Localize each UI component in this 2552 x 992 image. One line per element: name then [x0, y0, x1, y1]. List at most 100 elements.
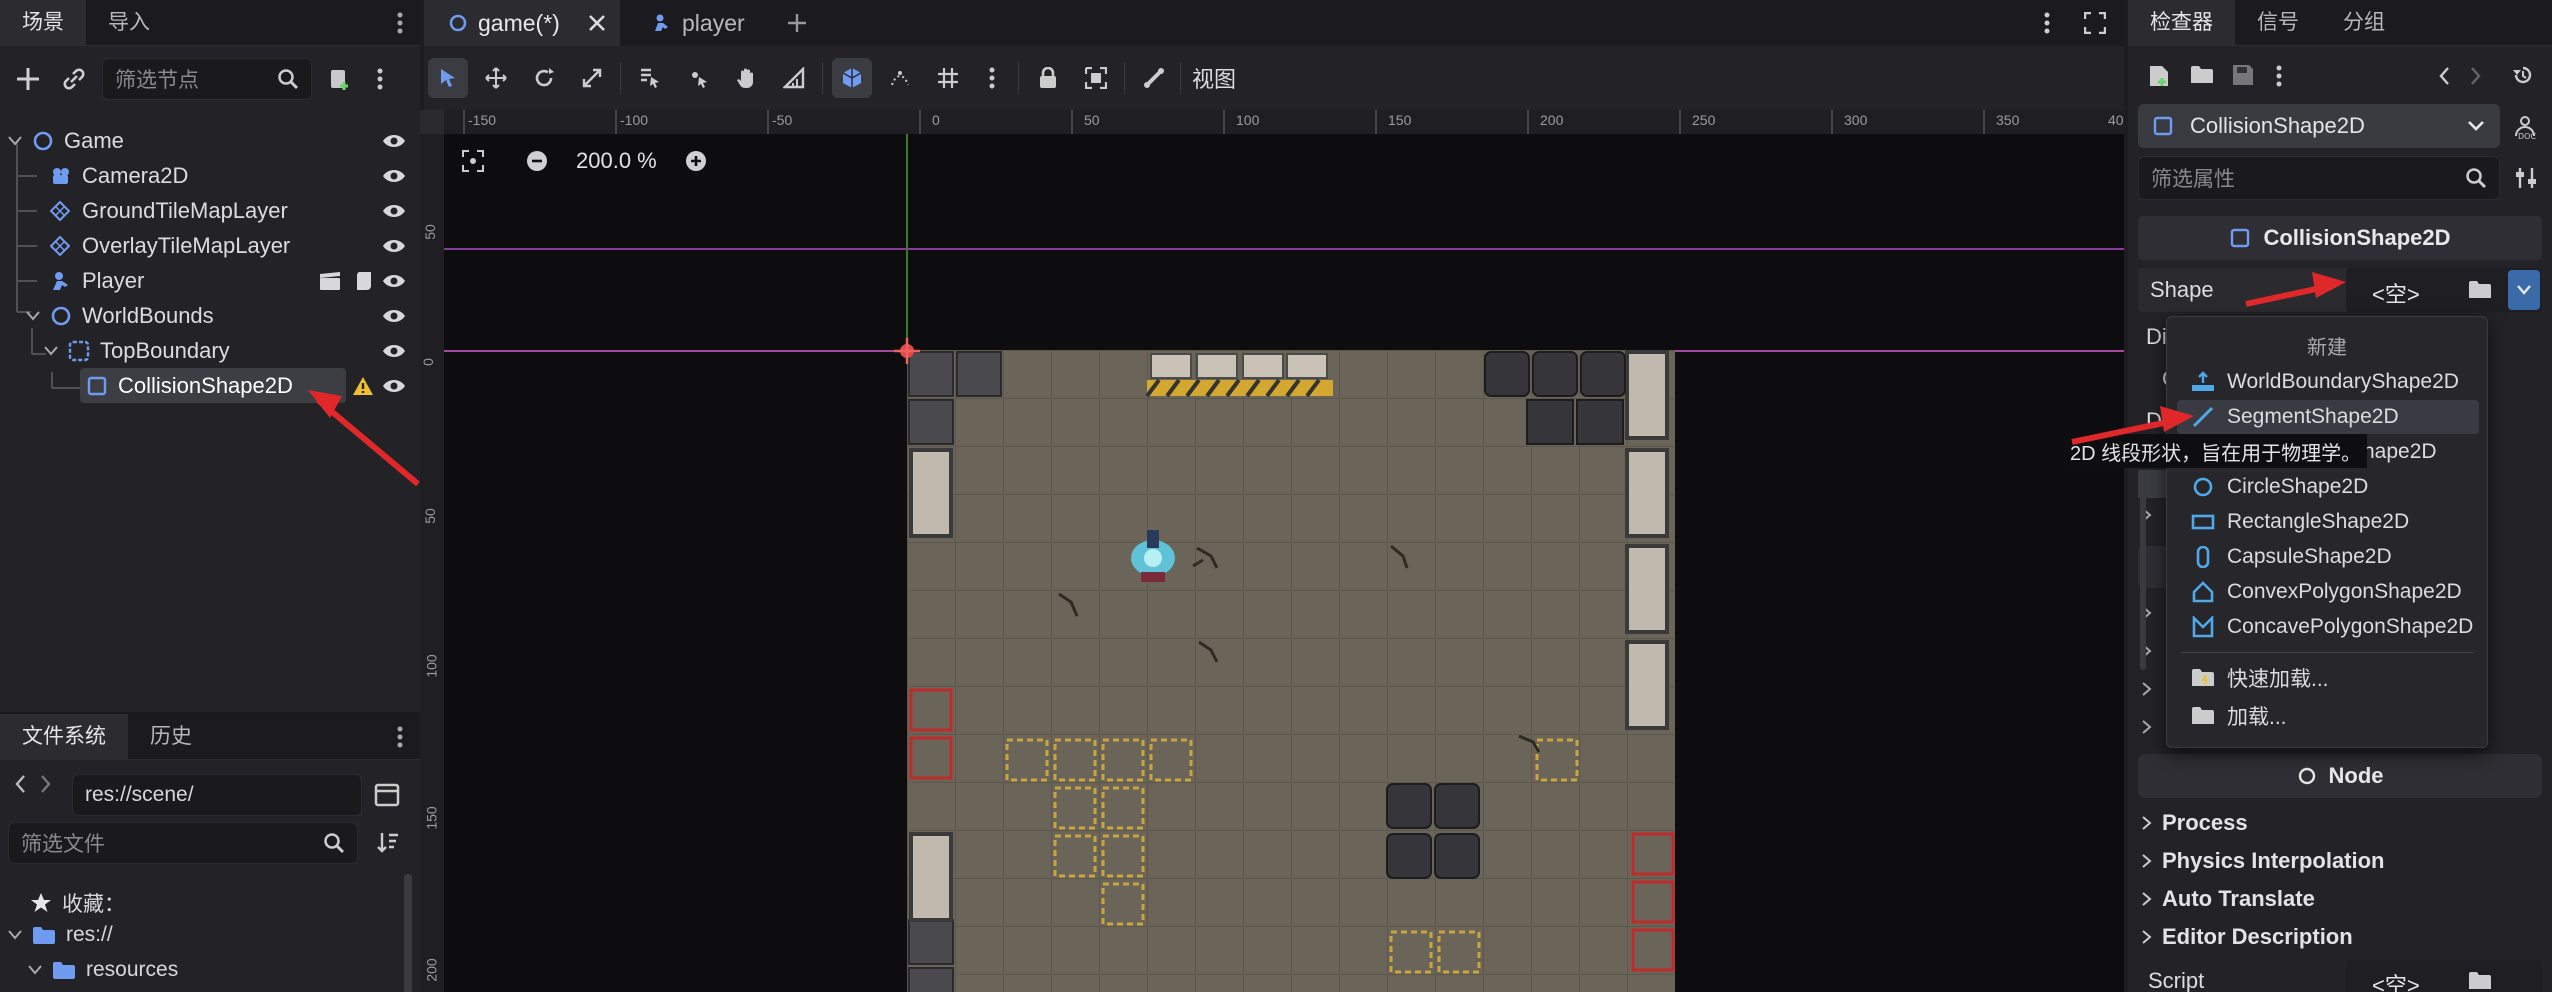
visibility-eye-icon[interactable] — [382, 203, 406, 219]
chevron-down-icon[interactable] — [8, 135, 22, 146]
tree-item-worldbounds[interactable]: WorldBounds — [0, 298, 420, 333]
tab-player[interactable]: player — [652, 0, 745, 46]
select-mode-button[interactable] — [428, 58, 468, 98]
property-settings-icon[interactable] — [2514, 166, 2538, 190]
ruler-mode-button[interactable] — [774, 58, 814, 98]
visibility-eye-icon[interactable] — [382, 238, 406, 254]
list-select-button[interactable] — [630, 58, 670, 98]
auto-translate-group[interactable]: Auto Translate — [2142, 886, 2315, 912]
visibility-eye-icon[interactable] — [382, 308, 406, 324]
script-icon[interactable] — [354, 270, 374, 292]
tree-item-player[interactable]: Player — [0, 263, 420, 298]
scene-tabs-menu-button[interactable] — [2044, 0, 2050, 46]
visibility-eye-icon[interactable] — [382, 343, 406, 359]
tab-game[interactable]: game(*) — [424, 0, 620, 46]
res-root-item[interactable]: res:// — [8, 923, 113, 947]
editor-description-group[interactable]: Editor Description — [2142, 924, 2353, 950]
physics-interpolation-group[interactable]: Physics Interpolation — [2142, 848, 2385, 874]
grid-snap-button[interactable] — [928, 58, 968, 98]
resource-menu-button[interactable] — [2276, 64, 2282, 88]
add-scene-tab-button[interactable] — [786, 0, 808, 46]
visibility-eye-icon[interactable] — [382, 168, 406, 184]
tree-item-groundtilemaplayer[interactable]: GroundTileMapLayer — [0, 193, 420, 228]
tab-import[interactable]: 导入 — [86, 0, 172, 46]
chevron-down-icon[interactable] — [28, 965, 42, 975]
tree-item-game[interactable]: Game — [0, 123, 420, 158]
sort-icon[interactable] — [376, 830, 400, 854]
menu-item-circleshape2d[interactable]: CircleShape2D — [2177, 470, 2479, 504]
collisionshape2d-section[interactable]: CollisionShape2D — [2138, 216, 2542, 260]
pan-mode-button[interactable] — [726, 58, 766, 98]
menu-item-load[interactable]: 加载... — [2177, 699, 2479, 733]
filter-properties-input[interactable]: 筛选属性 — [2138, 156, 2500, 200]
chevron-down-icon[interactable] — [8, 930, 22, 940]
save-icon[interactable] — [2232, 64, 2254, 86]
chevron-down-icon[interactable] — [26, 310, 40, 321]
tab-filesystem[interactable]: 文件系统 — [0, 713, 128, 760]
distraction-free-button[interactable] — [2084, 0, 2106, 46]
tab-scene[interactable]: 场景 — [0, 0, 86, 46]
load-resource-icon[interactable] — [2468, 970, 2492, 992]
open-folder-icon[interactable] — [2190, 64, 2214, 86]
tree-item-topboundary[interactable]: TopBoundary — [0, 333, 420, 368]
filesystem-menu-button[interactable] — [380, 714, 420, 760]
menu-item-convexpolygonshape2d[interactable]: ConvexPolygonShape2D — [2177, 575, 2479, 609]
zoom-reset-icon[interactable] — [462, 150, 484, 172]
tree-item-collisionshape2d[interactable]: CollisionShape2D — [0, 368, 420, 403]
shape-dropdown-button[interactable] — [2508, 270, 2540, 310]
tab-history[interactable]: 历史 — [128, 714, 214, 760]
favorites-item[interactable]: 收藏： — [30, 888, 125, 918]
zoom-in-icon[interactable] — [685, 150, 707, 172]
snap-options-button[interactable] — [880, 58, 920, 98]
pivot-mode-button[interactable] — [678, 58, 718, 98]
process-group[interactable]: Process — [2142, 810, 2248, 836]
lock-button[interactable] — [1028, 58, 1068, 98]
resources-folder-item[interactable]: resources — [28, 958, 178, 982]
filter-nodes-input[interactable]: 筛选节点 — [102, 58, 312, 100]
load-resource-icon[interactable] — [2468, 279, 2492, 301]
chevron-right-icon[interactable] — [2142, 682, 2152, 696]
rotate-mode-button[interactable] — [524, 58, 564, 98]
zoom-out-icon[interactable] — [526, 150, 548, 172]
open-scene-clapper-icon[interactable] — [318, 271, 342, 291]
tab-inspector[interactable]: 检查器 — [2128, 0, 2235, 46]
tree-item-overlaytilemaplayer[interactable]: OverlayTileMapLayer — [0, 228, 420, 263]
node-docs-icon[interactable]: DOC — [2512, 114, 2538, 140]
menu-item-rectangleshape2d[interactable]: RectangleShape2D — [2177, 505, 2479, 539]
path-field[interactable]: res://scene/ — [72, 774, 362, 816]
warning-icon[interactable] — [352, 376, 374, 396]
visibility-eye-icon[interactable] — [382, 133, 406, 149]
inspector-scrollbar[interactable] — [2140, 470, 2146, 670]
view-menu-button[interactable]: 视图 — [1192, 58, 1236, 98]
back-arrow-icon[interactable] — [14, 774, 26, 794]
object-history-icon[interactable] — [2512, 64, 2534, 86]
tab-groups[interactable]: 分组 — [2321, 0, 2407, 46]
instance-scene-button[interactable] — [56, 61, 92, 97]
group-button[interactable] — [1076, 58, 1116, 98]
canvas-viewport[interactable]: -150 -100 -50 0 50 100 150 200 250 300 3… — [420, 110, 2124, 992]
chevron-down-icon[interactable] — [44, 345, 58, 356]
visibility-eye-icon[interactable] — [382, 273, 406, 289]
menu-item-worldboundaryshape2d[interactable]: WorldBoundaryShape2D — [2177, 365, 2479, 399]
skeleton-button[interactable] — [1134, 58, 1174, 98]
script-resource-picker[interactable]: <空> — [2346, 960, 2542, 992]
history-back-icon[interactable] — [2438, 66, 2450, 86]
scene-tree-menu-button[interactable] — [368, 61, 392, 97]
tab-signals[interactable]: 信号 — [2235, 0, 2321, 46]
new-resource-icon[interactable] — [2148, 64, 2170, 88]
menu-item-capsuleshape2d[interactable]: CapsuleShape2D — [2177, 540, 2479, 574]
history-forward-icon[interactable] — [2470, 66, 2482, 86]
node-type-selector[interactable]: CollisionShape2D — [2138, 104, 2500, 148]
zoom-level[interactable]: 200.0 % — [576, 148, 657, 174]
filesystem-scrollbar[interactable] — [404, 874, 412, 992]
menu-item-concavepolygonshape2d[interactable]: ConcavePolygonShape2D — [2177, 610, 2479, 644]
menu-item-segmentshape2d[interactable]: SegmentShape2D — [2177, 400, 2479, 434]
scale-mode-button[interactable] — [572, 58, 612, 98]
node-section[interactable]: Node — [2138, 754, 2542, 798]
filter-files-input[interactable]: 筛选文件 — [8, 822, 358, 864]
tree-item-camera2d[interactable]: Camera2D — [0, 158, 420, 193]
forward-arrow-icon[interactable] — [40, 774, 52, 794]
visibility-eye-icon[interactable] — [382, 378, 406, 394]
chevron-right-icon[interactable] — [2142, 720, 2152, 734]
menu-item-quick-load[interactable]: 快速加载... — [2177, 661, 2479, 695]
